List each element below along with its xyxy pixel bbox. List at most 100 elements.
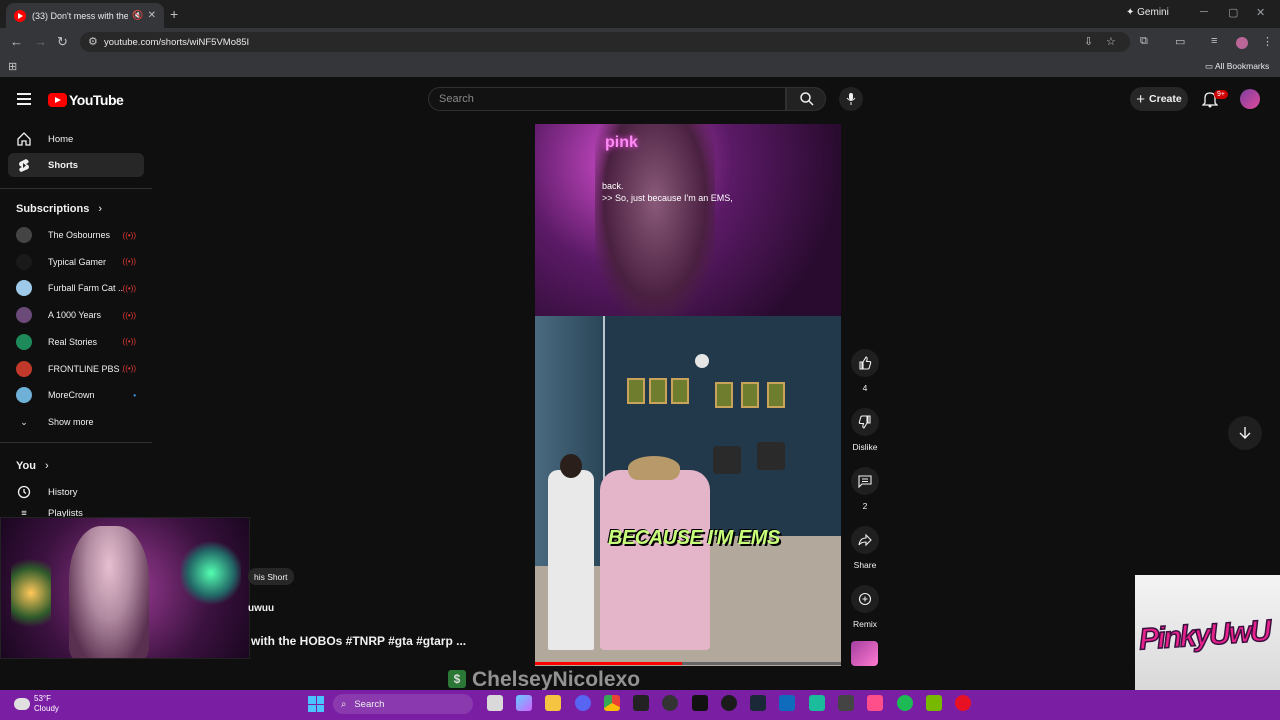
close-tab-icon[interactable]: ✕: [148, 10, 156, 21]
video-webcam-region[interactable]: pink: [535, 124, 841, 316]
remix-button[interactable]: Remix: [848, 585, 882, 629]
discord-icon[interactable]: [575, 695, 591, 711]
comments-button[interactable]: 2: [848, 467, 882, 511]
side-panel-icon[interactable]: ▭: [1175, 35, 1185, 48]
like-button[interactable]: 4: [848, 349, 882, 393]
waiting-chair: [713, 446, 741, 474]
whatsapp-icon[interactable]: [809, 695, 825, 711]
show-more-button[interactable]: ⌄ Show more: [16, 412, 136, 432]
mute-icon[interactable]: 🔇: [132, 10, 143, 21]
account-avatar[interactable]: [1240, 89, 1260, 109]
file-explorer-icon[interactable]: [545, 695, 561, 711]
youtube-favicon-icon: [14, 9, 26, 22]
voice-search-button[interactable]: [839, 87, 863, 111]
sound-channel-thumbnail[interactable]: [851, 641, 878, 666]
capcut-icon[interactable]: [633, 695, 649, 711]
chrome-icon[interactable]: [604, 695, 620, 711]
channel-avatar: [16, 360, 32, 377]
search-input[interactable]: [439, 93, 779, 105]
browser-tab[interactable]: (33) Don't mess with the H 🔇 ✕: [6, 3, 164, 28]
gemini-button[interactable]: ✦ Gemini: [1126, 7, 1169, 18]
dislike-label: Dislike: [852, 442, 878, 452]
short-label-chip[interactable]: his Short: [248, 568, 294, 585]
spotify-icon[interactable]: [897, 695, 913, 711]
menu-icon[interactable]: ⋮: [1262, 35, 1273, 48]
weather-widget[interactable]: 53°F Cloudy: [14, 694, 59, 714]
live-indicator-icon: ((•)): [122, 283, 136, 293]
sidebar-item-label: Shorts: [48, 159, 79, 171]
remix-label: Remix: [852, 619, 878, 629]
youtube-logo[interactable]: YouTube: [48, 92, 124, 108]
sidebar-item-shorts[interactable]: Shorts: [8, 153, 144, 177]
create-label: Create: [1149, 93, 1182, 105]
dislike-button[interactable]: Dislike: [848, 408, 882, 452]
next-short-button[interactable]: [1228, 416, 1262, 450]
close-window-icon[interactable]: ✕: [1256, 6, 1265, 19]
subscription-item[interactable]: The Osbournes ((•)): [16, 225, 136, 245]
channel-avatar: [16, 307, 32, 324]
forward-icon[interactable]: →: [34, 34, 47, 49]
share-button[interactable]: Share: [848, 526, 882, 570]
streamlabs-icon[interactable]: [867, 695, 883, 711]
sidebar-item-history[interactable]: History: [8, 480, 144, 504]
channel-name: Furball Farm Cat ...: [48, 283, 123, 294]
live-indicator-icon: ((•)): [122, 337, 136, 347]
nvidia-icon[interactable]: [926, 695, 942, 711]
subscription-item[interactable]: MoreCrown •: [16, 385, 136, 405]
hamburger-menu-icon[interactable]: [17, 93, 31, 108]
search-button[interactable]: [786, 87, 826, 111]
record-icon[interactable]: [955, 695, 971, 711]
player-character: [600, 456, 710, 650]
create-button[interactable]: + Create: [1130, 87, 1188, 111]
subscription-item[interactable]: Furball Farm Cat ... ((•)): [16, 278, 136, 298]
character-head: [560, 454, 582, 478]
video-caption: back. >> So, just because I'm an EMS,: [602, 180, 733, 204]
address-bar[interactable]: ⚙ youtube.com/shorts/wiNF5VMo85I: [80, 32, 1130, 52]
new-tab-button[interactable]: +: [170, 6, 178, 22]
video-progress-bar[interactable]: [535, 662, 841, 665]
waiting-chair: [757, 442, 785, 470]
url-text: youtube.com/shorts/wiNF5VMo85I: [104, 37, 250, 48]
bookmark-star-icon[interactable]: ☆: [1106, 35, 1116, 48]
you-heading[interactable]: You ›: [16, 460, 49, 472]
new-content-dot-icon: •: [133, 390, 136, 400]
media-icon[interactable]: ≡: [1211, 35, 1217, 47]
subscription-item[interactable]: Real Stories ((•)): [16, 332, 136, 352]
install-icon[interactable]: ⇩: [1084, 35, 1093, 48]
steam-icon[interactable]: [750, 695, 766, 711]
you-title: You: [16, 460, 36, 472]
back-icon[interactable]: ←: [10, 34, 23, 49]
sidebar-item-home[interactable]: Home: [8, 127, 144, 151]
subscription-item[interactable]: Typical Gamer ((•)): [16, 252, 136, 272]
task-view-icon[interactable]: [487, 695, 503, 711]
share-icon: [858, 533, 872, 547]
extensions-icon[interactable]: ⧉: [1140, 35, 1148, 48]
subscription-item[interactable]: A 1000 Years ((•)): [16, 305, 136, 325]
site-info-icon[interactable]: ⚙: [88, 35, 98, 48]
live-indicator-icon: ((•)): [122, 364, 136, 373]
copilot-icon[interactable]: [516, 695, 532, 711]
search-icon: [800, 92, 814, 106]
outlook-icon[interactable]: [779, 695, 795, 711]
maximize-icon[interactable]: ▢: [1228, 6, 1238, 19]
profile-icon[interactable]: [1236, 37, 1248, 49]
channel-avatar: [16, 280, 32, 297]
windows-start-icon[interactable]: [308, 696, 324, 712]
all-bookmarks-link[interactable]: ▭ All Bookmarks: [1205, 61, 1269, 72]
reload-icon[interactable]: ↻: [57, 34, 68, 50]
minimize-icon[interactable]: ─: [1200, 6, 1208, 18]
subscriptions-heading[interactable]: Subscriptions ›: [16, 203, 102, 215]
chevron-right-icon: ›: [45, 460, 49, 472]
epic-games-icon[interactable]: [692, 695, 708, 711]
subscription-item[interactable]: FRONTLINE PBS ... ((•)): [16, 359, 136, 379]
apps-grid-icon[interactable]: ⊞: [8, 60, 17, 73]
character-hat: [628, 456, 680, 480]
github-icon[interactable]: [721, 695, 737, 711]
obs-icon[interactable]: [662, 695, 678, 711]
taskbar-search[interactable]: ⌕ Search: [333, 694, 473, 714]
share-circle: [851, 526, 879, 554]
short-title[interactable]: with the HOBOs #TNRP #gta #gtarp ...: [251, 634, 466, 648]
app-icon[interactable]: [838, 695, 854, 711]
search-box[interactable]: [428, 87, 786, 111]
channel-name[interactable]: uwuu: [248, 603, 274, 614]
